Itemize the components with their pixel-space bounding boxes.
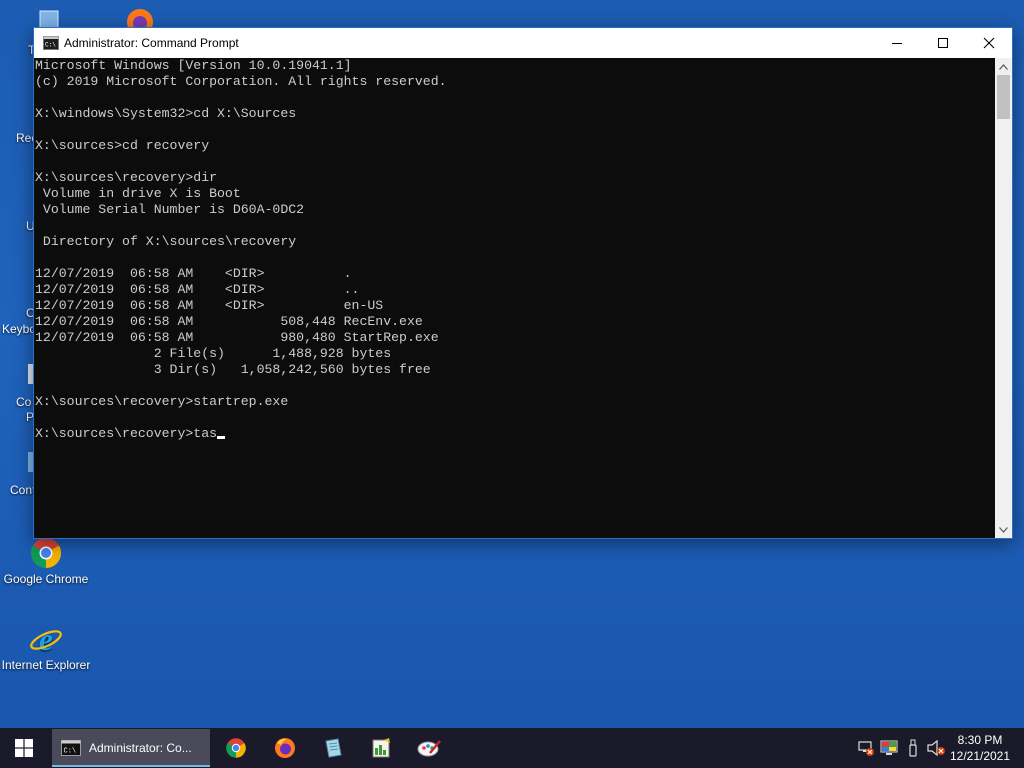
console-line: Volume Serial Number is D60A-0DC2 [35, 202, 305, 217]
tray-network-icon[interactable] [856, 738, 876, 758]
console-line: X:\windows\System32>cd X:\Sources [35, 106, 297, 121]
taskbar-pin-notepad[interactable] [310, 728, 356, 768]
desktop-icon-google-chrome[interactable]: Google Chrome [0, 536, 92, 586]
close-icon [983, 37, 995, 49]
usb-drive-icon [909, 739, 917, 757]
start-button[interactable] [0, 728, 48, 768]
scroll-thumb[interactable] [997, 75, 1010, 119]
registry-editor-icon [372, 738, 390, 758]
volume-muted-icon [927, 739, 945, 757]
taskbar-item-command-prompt[interactable]: C:\ Administrator: Co... [52, 729, 210, 767]
console-output[interactable]: Microsoft Windows [Version 10.0.19041.1]… [34, 58, 995, 538]
clock-date: 12/21/2021 [949, 749, 1011, 763]
desktop-label-partial: Cont [10, 483, 36, 497]
chevron-down-icon [999, 526, 1008, 533]
scroll-down-button[interactable] [995, 521, 1012, 538]
scroll-up-button[interactable] [995, 58, 1012, 75]
paint-icon [417, 740, 441, 757]
minimize-button[interactable] [874, 28, 920, 58]
console-line: X:\sources>cd recovery [35, 138, 210, 153]
command-prompt-icon: C:\ [61, 740, 81, 756]
desktop-icon-label: Internet Explorer [1, 658, 91, 672]
command-prompt-icon: C:\ [43, 36, 59, 50]
desktop-icon-internet-explorer[interactable]: e Internet Explorer [0, 622, 92, 672]
desktop-label-partial: Co [16, 395, 32, 409]
windows-logo-icon [15, 739, 33, 757]
maximize-button[interactable] [920, 28, 966, 58]
command-prompt-window[interactable]: C:\ Administrator: Command Prompt Micros… [33, 27, 1013, 539]
console-line: Microsoft Windows [Version 10.0.19041.1] [35, 58, 352, 73]
close-button[interactable] [966, 28, 1012, 58]
desktop-icon-label: Google Chrome [3, 572, 89, 586]
svg-text:C:\: C:\ [64, 748, 77, 756]
console-line: Directory of X:\sources\recovery [35, 234, 297, 249]
clock[interactable]: 8:30 PM 12/21/2021 [944, 732, 1016, 764]
vertical-scrollbar[interactable] [995, 58, 1012, 538]
taskbar: C:\ Administrator: Co... 8:30 PM 12/21/2… [0, 728, 1024, 768]
display-icon [880, 740, 898, 755]
console-prompt: X:\sources\recovery> [35, 426, 194, 441]
console-line: 3 Dir(s) 1,058,242,560 bytes free [35, 362, 431, 377]
console-line: 12/07/2019 06:58 AM 980,480 StartRep.exe [35, 330, 439, 345]
console-line: X:\sources\recovery>dir [35, 170, 218, 185]
console-line: Volume in drive X is Boot [35, 186, 241, 201]
desktop: T Rec U C Keybo Co P Cont Google Chrome … [0, 0, 1024, 728]
taskbar-pin-registry-editor[interactable] [358, 728, 404, 768]
chevron-up-icon [999, 63, 1008, 70]
taskbar-pin-chrome[interactable] [213, 728, 259, 768]
tray-volume-icon[interactable] [926, 738, 946, 758]
chrome-icon [226, 738, 246, 758]
console-line: (c) 2019 Microsoft Corporation. All righ… [35, 74, 447, 89]
minimize-icon [892, 43, 902, 44]
console-line: 12/07/2019 06:58 AM <DIR> . [35, 266, 352, 281]
taskbar-item-label: Administrator: Co... [89, 741, 192, 755]
tray-display-icon[interactable] [879, 738, 899, 758]
tray-usb-icon[interactable] [903, 738, 923, 758]
console-line: X:\sources\recovery>startrep.exe [35, 394, 289, 409]
window-title: Administrator: Command Prompt [64, 36, 239, 50]
text-cursor [217, 436, 226, 439]
svg-text:C:\: C:\ [45, 42, 56, 49]
network-disconnected-icon [858, 741, 874, 756]
title-bar[interactable]: C:\ Administrator: Command Prompt [34, 28, 1012, 58]
firefox-icon [275, 738, 295, 758]
taskbar-pin-firefox[interactable] [262, 728, 308, 768]
internet-explorer-icon: e [30, 622, 62, 656]
desktop-label-partial: Keybo [2, 322, 37, 336]
maximize-icon [938, 38, 948, 48]
console-line: 12/07/2019 06:58 AM <DIR> .. [35, 282, 360, 297]
console-line: 12/07/2019 06:58 AM 508,448 RecEnv.exe [35, 314, 423, 329]
chrome-icon [30, 538, 62, 568]
console-input[interactable]: tas [193, 426, 217, 441]
taskbar-pin-paint[interactable] [406, 728, 452, 768]
console-lines: Microsoft Windows [Version 10.0.19041.1]… [34, 58, 995, 426]
console-line: 12/07/2019 06:58 AM <DIR> en-US [35, 298, 384, 313]
console-line: 2 File(s) 1,488,928 bytes [35, 346, 392, 361]
console-prompt-line[interactable]: X:\sources\recovery>tas [34, 426, 995, 442]
clock-time: 8:30 PM [957, 733, 1003, 747]
svg-text:e: e [39, 622, 53, 656]
notepad-icon [325, 738, 342, 758]
